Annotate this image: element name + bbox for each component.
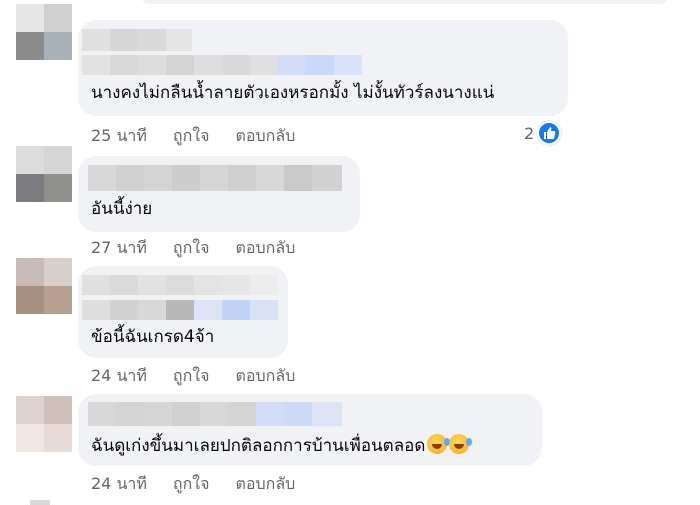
comment-text: ข้อนี้ฉันเกรด4จ้า	[91, 327, 215, 347]
reaction-summary[interactable]: 2	[524, 121, 562, 145]
avatar[interactable]	[16, 396, 72, 452]
author-name-blurred	[82, 55, 390, 75]
rolling-on-floor-laughing-emoji	[427, 434, 451, 454]
comment-time[interactable]: 24 นาที	[91, 364, 147, 389]
comment-bubble: อันนี้ง่าย	[78, 156, 360, 232]
reply-button[interactable]: ตอบกลับ	[235, 236, 295, 261]
reply-button[interactable]: ตอบกลับ	[235, 124, 295, 149]
like-button[interactable]: ถูกใจ	[173, 364, 210, 389]
comment-text: ฉันดูเก่งขึ้นมาเลยปกติลอกการบ้านเพื่อนตล…	[91, 434, 473, 457]
comment-text: นางคงไม่กลืนน้ำลายตัวเองหรอกมั้ง ไม่งั้น…	[91, 83, 495, 103]
author-name-blurred	[82, 300, 278, 320]
comment-time[interactable]: 24 นาที	[91, 472, 147, 497]
comment-actions: 27 นาที ถูกใจ ตอบกลับ	[91, 236, 321, 261]
reaction-count: 2	[524, 123, 535, 143]
comment-bubble: นางคงไม่กลืนน้ำลายตัวเองหรอกมั้ง ไม่งั้น…	[78, 20, 568, 116]
author-name-blurred[interactable]	[88, 402, 342, 426]
comment-actions: 24 นาที ถูกใจ ตอบกลับ	[91, 364, 321, 389]
comment-bubble: ข้อนี้ฉันเกรด4จ้า	[78, 266, 288, 358]
previous-comment-bubble	[140, 0, 670, 4]
author-name-blurred[interactable]	[82, 275, 278, 295]
like-icon	[537, 121, 562, 145]
avatar[interactable]	[16, 146, 72, 202]
author-name-blurred[interactable]	[82, 29, 192, 51]
reply-button[interactable]: ตอบกลับ	[235, 472, 295, 497]
comment-bubble: ฉันดูเก่งขึ้นมาเลยปกติลอกการบ้านเพื่อนตล…	[78, 394, 542, 466]
comment-text-content: ฉันดูเก่งขึ้นมาเลยปกติลอกการบ้านเพื่อนตล…	[91, 436, 426, 456]
rolling-on-floor-laughing-emoji	[449, 434, 473, 454]
author-name-blurred[interactable]	[88, 165, 342, 191]
like-button[interactable]: ถูกใจ	[173, 236, 210, 261]
like-button[interactable]: ถูกใจ	[173, 472, 210, 497]
comment-actions: 25 นาที ถูกใจ ตอบกลับ	[91, 124, 321, 149]
comment-actions: 24 นาที ถูกใจ ตอบกลับ	[91, 472, 321, 497]
comment-text: อันนี้ง่าย	[91, 199, 153, 219]
comment-time[interactable]: 25 นาที	[91, 124, 147, 149]
like-button[interactable]: ถูกใจ	[173, 124, 210, 149]
next-comment-avatar-peek	[30, 500, 50, 505]
avatar[interactable]	[16, 258, 72, 314]
comment-time[interactable]: 27 นาที	[91, 236, 147, 261]
avatar[interactable]	[16, 4, 72, 60]
reply-button[interactable]: ตอบกลับ	[235, 364, 295, 389]
